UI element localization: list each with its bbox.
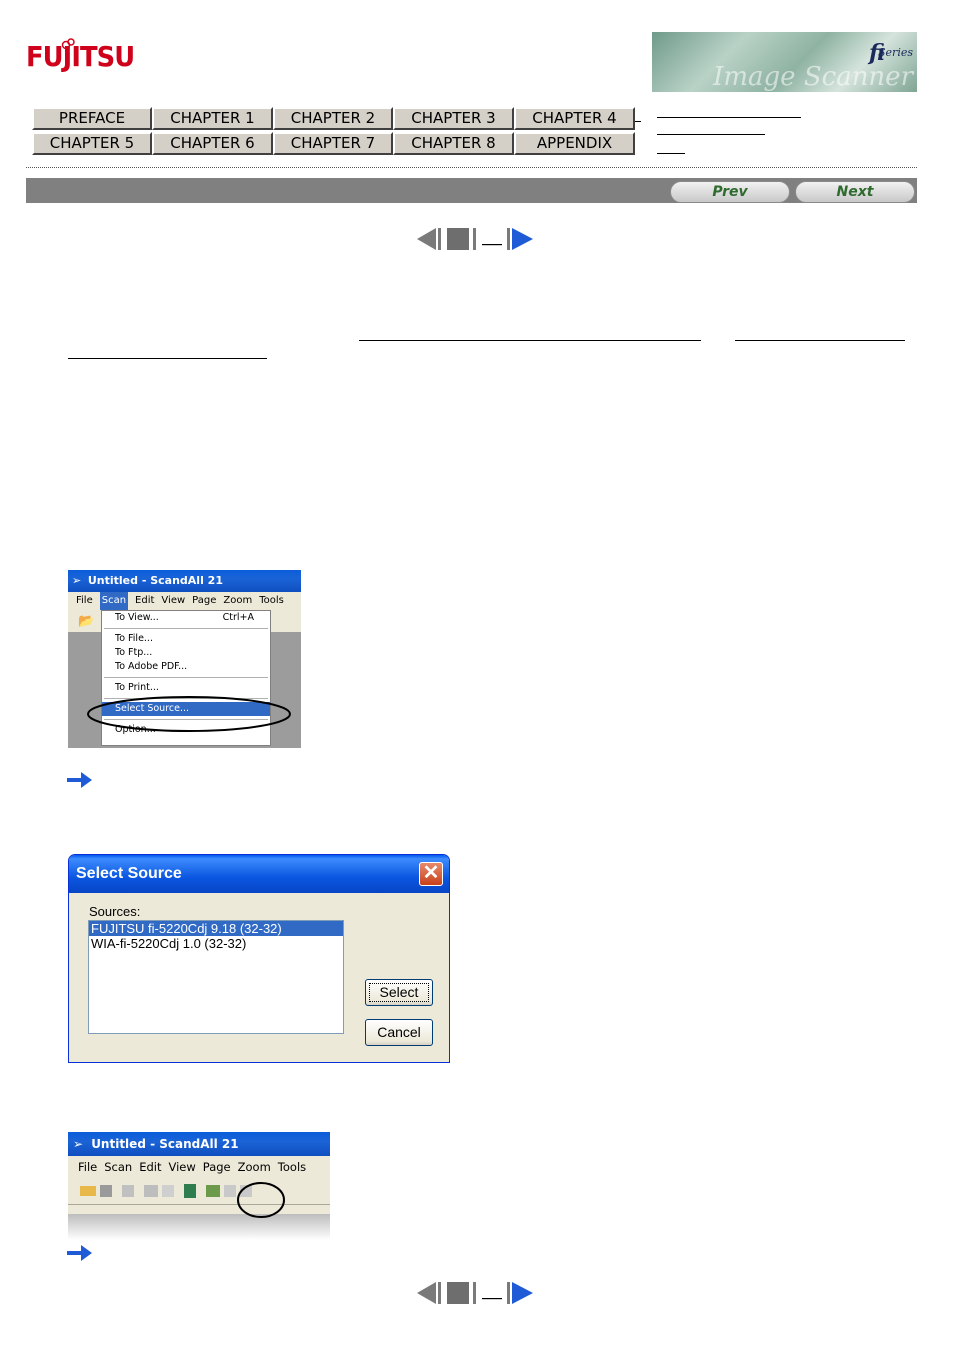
home-page-icon[interactable]: [447, 228, 476, 250]
page-nav-top: [417, 228, 533, 250]
properties-icon[interactable]: [122, 1184, 134, 1197]
menu-edit[interactable]: Edit: [139, 1156, 161, 1178]
nav-chapter-6[interactable]: CHAPTER 6: [152, 132, 273, 155]
nav-chapter-2[interactable]: CHAPTER 2: [273, 107, 393, 130]
next-page-icon[interactable]: [507, 1282, 533, 1304]
inline-link-1[interactable]: [359, 340, 701, 341]
menu-zoom[interactable]: Zoom: [223, 592, 252, 610]
nav-chapter-1[interactable]: CHAPTER 1: [152, 107, 273, 130]
cancel-button[interactable]: Cancel: [365, 1019, 433, 1046]
page-nav-bottom: [417, 1282, 533, 1304]
menu-bar: File Scan Edit View Page Zoom Tools: [68, 1156, 330, 1178]
menu-scan[interactable]: Scan: [104, 1156, 132, 1178]
open-folder-icon[interactable]: [80, 1185, 96, 1196]
select-source-dialog: Select Source ✕ Sources: FUJITSU fi-5220…: [68, 854, 450, 1063]
fujitsu-logo: FUJITSU: [26, 40, 135, 73]
menu-bar: File Scan Edit View Page Zoom Tools: [68, 592, 301, 610]
menu-page[interactable]: Page: [203, 1156, 231, 1178]
toolbar: [68, 1178, 330, 1205]
source-item-wia[interactable]: WIA-fi-5220Cdj 1.0 (32-32): [89, 936, 343, 951]
dialog-title: Select Source: [69, 855, 449, 893]
inline-link-2[interactable]: [735, 340, 905, 341]
banner-series: Series: [878, 46, 913, 59]
menu-item-to-adobe-pdf[interactable]: To Adobe PDF...: [102, 660, 270, 674]
home-page-icon[interactable]: [447, 1282, 476, 1304]
top-link-1[interactable]: [657, 117, 801, 118]
inline-link-3[interactable]: [68, 358, 267, 359]
menu-file[interactable]: File: [76, 592, 93, 610]
menu-scan[interactable]: Scan: [99, 592, 129, 610]
sources-label: Sources:: [89, 904, 141, 919]
prev-page-icon[interactable]: [417, 1282, 441, 1304]
highlight-ellipse: [87, 696, 291, 732]
highlight-circle: [237, 1182, 285, 1218]
menu-file[interactable]: File: [78, 1156, 97, 1178]
nav-appendix[interactable]: APPENDIX: [514, 132, 635, 155]
menu-separator: [104, 677, 268, 678]
prev-page-icon[interactable]: [417, 228, 441, 250]
nav-chapter-3[interactable]: CHAPTER 3: [393, 107, 514, 130]
nav-connector: [635, 121, 641, 122]
select-source-icon[interactable]: [184, 1183, 196, 1198]
app-icon: ➢: [72, 574, 82, 587]
window-title-bar: ➢ Untitled - ScandAll 21: [68, 1132, 330, 1156]
menu-tools[interactable]: Tools: [259, 592, 284, 610]
menu-view[interactable]: View: [169, 1156, 196, 1178]
nav-chapter-7[interactable]: CHAPTER 7: [273, 132, 393, 155]
scan-icon[interactable]: [206, 1184, 220, 1197]
banner-ghost-text: Image Scanner: [713, 62, 913, 92]
menu-zoom[interactable]: Zoom: [238, 1156, 271, 1178]
menu-item-to-print[interactable]: To Print...: [102, 681, 270, 695]
menu-edit[interactable]: Edit: [135, 592, 154, 610]
top-link-3[interactable]: [657, 153, 685, 154]
menu-page[interactable]: Page: [192, 592, 216, 610]
window-title: Untitled - ScandAll 21: [91, 1137, 239, 1151]
fi-series-banner: Image Scanner fi Series: [652, 32, 917, 92]
select-button[interactable]: Select: [365, 979, 433, 1006]
window-title-bar: ➢ Untitled - ScandAll 21: [68, 570, 301, 592]
nav-chapter-5[interactable]: CHAPTER 5: [32, 132, 152, 155]
app-icon: ➢: [73, 1137, 84, 1151]
arrow-right-icon: [67, 772, 92, 788]
nav-chapter-4[interactable]: CHAPTER 4: [514, 107, 635, 130]
menu-item-to-ftp[interactable]: To Ftp...: [102, 646, 270, 660]
next-page-icon[interactable]: [507, 228, 533, 250]
arrow-right-icon: [67, 1245, 92, 1261]
sources-listbox[interactable]: FUJITSU fi-5220Cdj 9.18 (32-32) WIA-fi-5…: [88, 920, 344, 1034]
logo-rings-icon: [61, 38, 75, 50]
scandall-scan-menu-screenshot: ➢ Untitled - ScandAll 21 File Scan Edit Vie…: [68, 570, 301, 748]
print-preview-icon[interactable]: [162, 1184, 174, 1197]
print-icon[interactable]: [144, 1184, 158, 1197]
page-nav-underline: [482, 244, 502, 246]
page-nav-underline: [482, 1298, 502, 1300]
scan-to-file-icon[interactable]: [224, 1184, 236, 1197]
top-link-2[interactable]: [657, 134, 765, 135]
source-item-fujitsu[interactable]: FUJITSU fi-5220Cdj 9.18 (32-32): [89, 921, 343, 936]
nav-preface[interactable]: PREFACE: [32, 107, 152, 130]
prev-button[interactable]: Prev: [670, 181, 790, 203]
dotted-divider: [26, 167, 917, 168]
nav-chapter-8[interactable]: CHAPTER 8: [393, 132, 514, 155]
save-icon[interactable]: [100, 1184, 112, 1197]
next-button[interactable]: Next: [795, 181, 915, 203]
close-icon[interactable]: ✕: [419, 862, 443, 886]
menu-view[interactable]: View: [161, 592, 185, 610]
menu-item-to-file[interactable]: To File...: [102, 632, 270, 646]
window-title: Untitled - ScandAll 21: [87, 574, 223, 587]
menu-tools[interactable]: Tools: [278, 1156, 306, 1178]
scandall-toolbar-screenshot: ➢ Untitled - ScandAll 21 File Scan Edit Vie…: [68, 1132, 330, 1240]
open-folder-icon[interactable]: 📂: [78, 613, 94, 629]
menu-separator: [104, 628, 268, 629]
workspace: [68, 1214, 330, 1240]
menu-item-to-view[interactable]: To View... Ctrl+A: [102, 611, 270, 625]
